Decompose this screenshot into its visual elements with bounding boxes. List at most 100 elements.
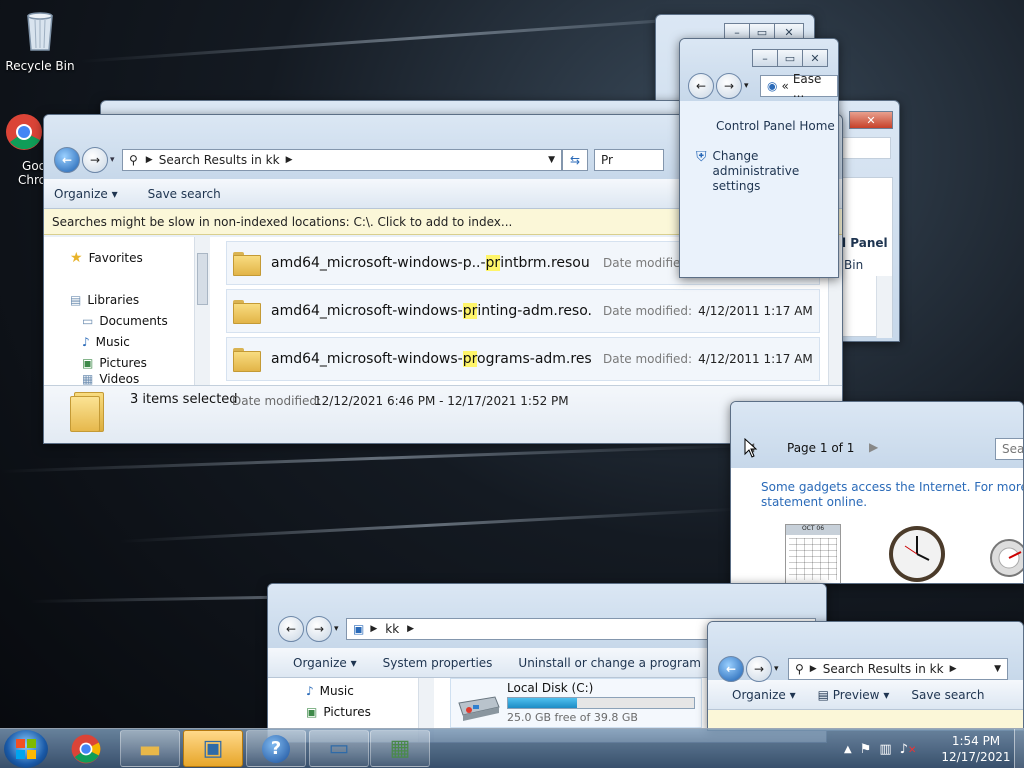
chrome-label-line1: Goo bbox=[22, 159, 46, 173]
preview-menu[interactable]: ▤ Preview ▾ bbox=[818, 688, 890, 702]
drive-usage-bar bbox=[507, 697, 695, 709]
back-button[interactable]: ← bbox=[278, 616, 304, 642]
recent-pages-dropdown[interactable]: ▾ bbox=[110, 155, 115, 165]
clock[interactable]: 1:54 PM 12/17/2021 bbox=[938, 729, 1014, 768]
recycle-bin-desktop-icon[interactable]: Recycle Bin bbox=[2, 8, 78, 73]
recent-pages-dropdown[interactable]: ▾ bbox=[774, 664, 779, 674]
help-taskbar-button[interactable]: ? bbox=[246, 730, 306, 767]
nav-scrollbar[interactable] bbox=[194, 237, 210, 385]
clock-date: 12/17/2021 bbox=[941, 750, 1011, 764]
maximize-button[interactable]: ▭ bbox=[777, 49, 803, 67]
change-admin-settings-link[interactable]: Change administrative settings bbox=[713, 149, 813, 194]
search-input[interactable]: Pr bbox=[594, 149, 664, 171]
libraries-icon: ▤ bbox=[70, 292, 82, 307]
chrome-icon bbox=[6, 114, 42, 150]
recycle-bin-label: Recycle Bin bbox=[5, 59, 75, 73]
volume-muted-icon[interactable]: ♪✕ bbox=[900, 742, 917, 757]
bg-streak bbox=[119, 507, 740, 543]
show-desktop-button[interactable] bbox=[1014, 729, 1024, 768]
action-center-flag-icon[interactable]: ⚑ bbox=[860, 742, 872, 757]
chrome-icon bbox=[71, 734, 101, 764]
window-taskbar-button[interactable]: ▭ bbox=[309, 730, 369, 767]
organize-menu[interactable]: Organize ▾ bbox=[293, 656, 357, 670]
minimize-button[interactable]: – bbox=[752, 49, 778, 67]
privacy-statement-link[interactable]: statement online. bbox=[761, 495, 1023, 510]
network-icon[interactable]: ▥ bbox=[879, 742, 891, 757]
gadgets-window[interactable]: ◀ Page 1 of 1 ▶ Searc Some gadgets acces… bbox=[730, 401, 1024, 584]
cpu-meter-gadget-icon[interactable] bbox=[989, 538, 1024, 578]
nav-libraries[interactable]: ▤ Libraries bbox=[70, 289, 209, 310]
recent-pages-dropdown[interactable]: ▾ bbox=[334, 624, 339, 634]
control-panel-taskbar-button[interactable]: ▦ bbox=[370, 730, 430, 767]
close-button[interactable]: ✕ bbox=[849, 111, 893, 129]
save-search-button[interactable]: Save search bbox=[148, 187, 221, 201]
nav-videos[interactable]: ▦ Videos bbox=[70, 373, 209, 385]
index-warning-text[interactable]: Searches might be slow in non-indexed lo… bbox=[52, 215, 512, 229]
uninstall-program-button[interactable]: Uninstall or change a program bbox=[518, 656, 701, 670]
system-properties-button[interactable]: System properties bbox=[383, 656, 493, 670]
address-crumb[interactable]: kk bbox=[385, 622, 399, 636]
breadcrumb-arrow-icon: ▶ bbox=[285, 155, 293, 165]
explorer-taskbar-button[interactable]: ▬ bbox=[120, 730, 180, 767]
local-disk-item[interactable]: Local Disk (C:) 25.0 GB free of 39.8 GB bbox=[450, 678, 702, 728]
videos-icon: ▦ bbox=[82, 373, 94, 385]
nav-documents[interactable]: ▭ Documents bbox=[70, 310, 209, 331]
next-page-button[interactable]: ▶ bbox=[869, 440, 878, 454]
nav-pictures[interactable]: ▣ Pictures bbox=[70, 352, 209, 373]
refresh-button[interactable]: ⇆ bbox=[562, 149, 588, 171]
folder-icon bbox=[233, 300, 261, 324]
search-input-text[interactable]: Pr bbox=[601, 153, 613, 167]
result-row[interactable]: amd64_microsoft-windows-printing-adm.res… bbox=[226, 289, 820, 333]
save-search-button[interactable]: Save search bbox=[911, 688, 984, 702]
nav-favorites[interactable]: ★ Favorites bbox=[70, 247, 209, 268]
address-dropdown-icon[interactable]: ▼ bbox=[548, 155, 555, 165]
folder-icon bbox=[233, 252, 261, 276]
folder-stack-icon bbox=[70, 392, 106, 432]
address-crumb[interactable]: Search Results in kk bbox=[159, 153, 280, 167]
nav-pictures[interactable]: ▣ Pictures bbox=[306, 701, 433, 722]
close-button[interactable]: ✕ bbox=[802, 49, 828, 67]
preview-icon: ▤ bbox=[817, 687, 829, 702]
chrome-taskbar-button[interactable] bbox=[70, 733, 106, 765]
navigation-pane: ★ Favorites ▤ Libraries ▭ Documents ♪ Mu… bbox=[44, 237, 210, 385]
pictures-icon: ▣ bbox=[306, 704, 318, 719]
back-button[interactable]: ← bbox=[54, 147, 80, 173]
result-row[interactable]: amd64_microsoft-windows-programs-adm.res… bbox=[226, 337, 820, 381]
nav-music[interactable]: ♪ Music bbox=[70, 331, 209, 352]
details-pane: 3 items selected Date modified: 12/12/20… bbox=[44, 385, 842, 443]
nav-music[interactable]: ♪ Music bbox=[306, 680, 433, 701]
breadcrumb-separator-icon: ▶ bbox=[145, 155, 153, 165]
address-bar[interactable]: ⚲ ▶ Search Results in kk ▶ ▼ bbox=[122, 149, 562, 171]
forward-button[interactable]: → bbox=[716, 73, 742, 99]
music-icon: ♪ bbox=[82, 334, 90, 349]
calendar-gadget[interactable]: OCT 06 bbox=[785, 524, 841, 583]
remote-desktop-taskbar-button[interactable]: ▣ bbox=[183, 730, 243, 767]
address-bar[interactable]: ⚲ ▶ Search Results in kk ▶ ▼ bbox=[788, 658, 1008, 680]
address-bar[interactable]: ◉ « Ease ... bbox=[760, 72, 838, 100]
uac-shield-icon: ⛨ bbox=[696, 149, 707, 165]
search-explorer-window-2[interactable]: ← → ▾ ⚲ ▶ Search Results in kk ▶ ▼ Organ… bbox=[707, 621, 1024, 731]
clock-time: 1:54 PM bbox=[951, 734, 1001, 748]
internet-notice: Some gadgets access the Internet. For mo… bbox=[761, 480, 1023, 494]
clock-gadget-icon[interactable] bbox=[887, 524, 947, 584]
back-button[interactable]: ← bbox=[688, 73, 714, 99]
forward-button[interactable]: → bbox=[306, 616, 332, 642]
page-indicator: Page 1 of 1 bbox=[787, 441, 855, 455]
notification-area: ▲ ⚑ ▥ ♪✕ bbox=[844, 729, 916, 768]
organize-menu[interactable]: Organize ▾ bbox=[732, 688, 796, 702]
show-hidden-icons-button[interactable]: ▲ bbox=[844, 744, 852, 755]
forward-button[interactable]: → bbox=[746, 656, 772, 682]
control-panel-icon: ◉ bbox=[767, 79, 778, 93]
gadget-search-input[interactable]: Searc bbox=[995, 438, 1023, 460]
chrome-desktop-icon[interactable]: Goo Chro bbox=[2, 112, 46, 187]
details-date-range: 12/12/2021 6:46 PM - 12/17/2021 1:52 PM bbox=[314, 394, 569, 408]
control-panel-title-fragment: l Panel bbox=[842, 236, 888, 250]
start-button[interactable] bbox=[4, 730, 48, 768]
control-panel-window[interactable]: – ▭ ✕ ← → ▾ ◉ « Ease ... Control Panel H… bbox=[679, 38, 839, 278]
folder-icon bbox=[233, 348, 261, 372]
recent-pages-dropdown[interactable]: ▾ bbox=[744, 81, 749, 91]
back-button[interactable]: ← bbox=[718, 656, 744, 682]
control-panel-home-link[interactable]: Control Panel Home bbox=[716, 119, 838, 133]
organize-menu[interactable]: Organize ▾ bbox=[54, 187, 118, 201]
forward-button[interactable]: → bbox=[82, 147, 108, 173]
